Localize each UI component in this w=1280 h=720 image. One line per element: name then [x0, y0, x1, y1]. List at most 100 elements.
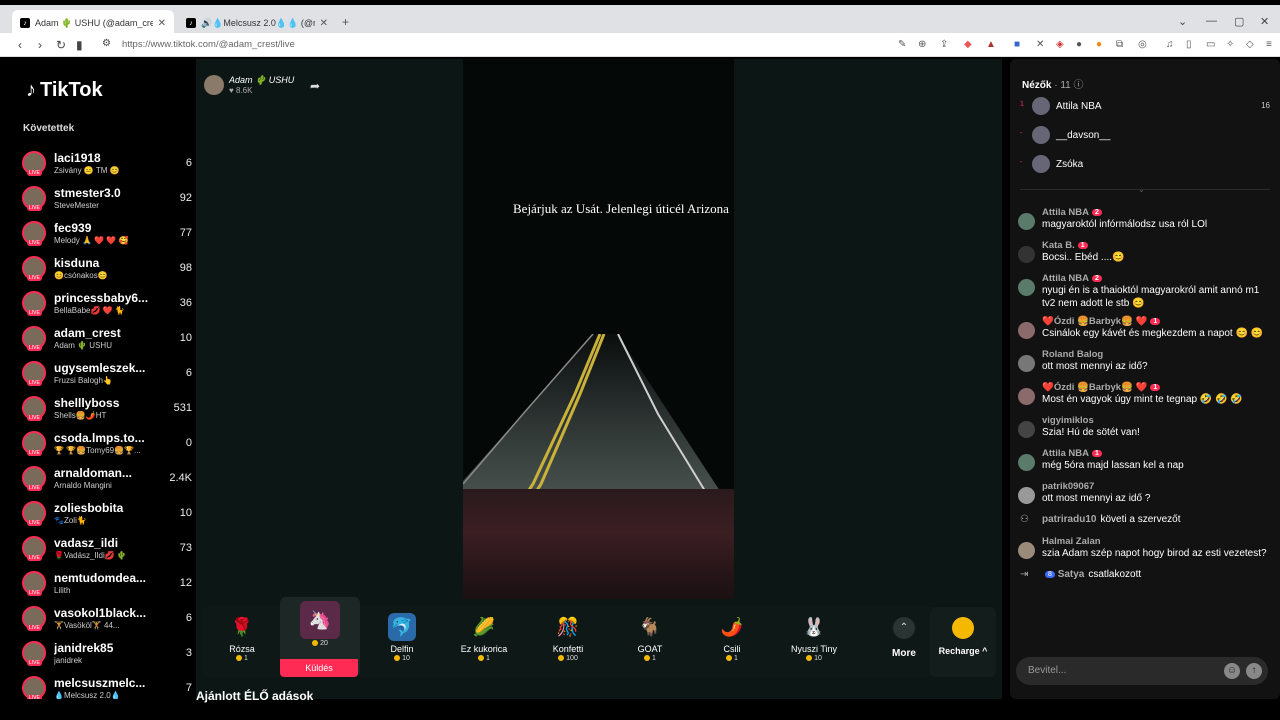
site-settings-icon[interactable]: ⚙ — [102, 38, 111, 49]
viewer-row[interactable]: 1 Attila NBA 16 — [1020, 97, 1270, 117]
sparkle-icon[interactable]: ✧ — [1226, 39, 1234, 50]
tiktok-logo[interactable]: ♪ TikTok — [26, 79, 103, 102]
chat-username[interactable]: vigyimiklos — [1042, 415, 1094, 426]
avatar[interactable]: LIVE — [22, 186, 46, 211]
extension-icon[interactable]: ● — [1096, 39, 1102, 50]
following-username[interactable]: janidrek85 — [54, 641, 154, 655]
following-username[interactable]: stmester3.0 — [54, 186, 154, 200]
following-item[interactable]: LIVE vadasz_ildi 🌹Vadász_Ildi💋 🌵 73 — [22, 534, 192, 569]
music-icon[interactable]: ♫ — [1166, 39, 1174, 50]
reload-icon[interactable]: ↻ — [56, 38, 66, 52]
gift-item[interactable]: 🎊 Konfetti 100 — [528, 607, 608, 677]
close-icon[interactable]: ✕ — [320, 18, 328, 29]
chat-avatar[interactable] — [1018, 388, 1035, 405]
avatar[interactable]: LIVE — [22, 396, 46, 421]
following-username[interactable]: melcsuszmelc... — [54, 676, 154, 690]
avatar[interactable]: LIVE — [22, 221, 46, 246]
emoji-icon[interactable]: ☺ — [1224, 663, 1240, 679]
recharge-button[interactable]: Recharge ^ — [930, 607, 996, 677]
avatar[interactable]: LIVE — [22, 431, 46, 456]
translate-icon[interactable]: ✎ — [898, 39, 906, 50]
video-player[interactable] — [463, 59, 734, 599]
following-username[interactable]: princessbaby6... — [54, 291, 154, 305]
send-icon[interactable]: ↑ — [1246, 663, 1262, 679]
viewer-name[interactable]: Attila NBA — [1056, 101, 1102, 112]
avatar[interactable]: LIVE — [22, 256, 46, 281]
streamer-avatar[interactable] — [204, 75, 224, 95]
avatar[interactable]: LIVE — [22, 676, 46, 699]
following-item[interactable]: LIVE princessbaby6... BellaBabe💋 ❤️ 🐈 36 — [22, 289, 192, 324]
following-username[interactable]: zoliesbobita — [54, 501, 154, 515]
viewer-name[interactable]: __davson__ — [1056, 130, 1111, 141]
extension-icon[interactable]: ◈ — [1056, 39, 1064, 50]
following-username[interactable]: csoda.lmps.to... — [54, 431, 154, 445]
chat-username[interactable]: Attila NBA — [1042, 207, 1089, 218]
following-username[interactable]: ugysemleszek... — [54, 361, 154, 375]
chat-avatar[interactable] — [1018, 487, 1035, 504]
menu-icon[interactable]: ≡ — [1266, 39, 1272, 50]
chat-username[interactable]: ❤️Ózdi 🍔Barbyk🍔 ❤️ — [1042, 316, 1147, 327]
streamer-name[interactable]: Adam 🌵 USHU — [229, 75, 294, 86]
chat-username[interactable]: Attila NBA — [1042, 273, 1089, 284]
share-icon[interactable]: ➦ — [310, 79, 320, 93]
chat-avatar[interactable] — [1018, 454, 1035, 471]
extension-icon[interactable]: ✕ — [1036, 39, 1044, 50]
triangle-icon[interactable]: ▲ — [986, 39, 996, 50]
following-item[interactable]: LIVE kisduna 😊csónakos😊 98 — [22, 254, 192, 289]
chat-username[interactable]: ❤️Ózdi 🍔Barbyk🍔 ❤️ — [1042, 382, 1147, 393]
following-item[interactable]: LIVE arnaldoman... Arnaldo Mangini 2.4K — [22, 464, 192, 499]
following-username[interactable]: nemtudomdea... — [54, 571, 154, 585]
following-item[interactable]: LIVE stmester3.0 SteveMester 92 — [22, 184, 192, 219]
following-item[interactable]: LIVE fec939 Melody 🙏 ❤️ ❤️ 🥰 77 — [22, 219, 192, 254]
viewer-name[interactable]: Zsóka — [1056, 159, 1083, 170]
minimize-icon[interactable]: — — [1206, 15, 1217, 27]
chat-username[interactable]: Satya — [1058, 569, 1085, 580]
avatar[interactable]: LIVE — [22, 571, 46, 596]
following-item[interactable]: LIVE ugysemleszek... Fruzsi Balogh👆 6 — [22, 359, 192, 394]
viewer-avatar[interactable] — [1032, 155, 1050, 173]
following-item[interactable]: LIVE csoda.lmps.to... 🏆 🏆🍔Tomy69🍔🏆... 0 — [22, 429, 192, 464]
shield-icon[interactable]: ◆ — [964, 39, 972, 50]
chevron-down-icon[interactable]: ⌄ — [1138, 185, 1145, 194]
gift-item[interactable]: 🦄 20 Küldés — [280, 597, 360, 677]
following-username[interactable]: vasokol1black... — [54, 606, 154, 620]
chat-username[interactable]: patriradu10 — [1042, 514, 1096, 525]
extension-icon[interactable]: ◎ — [1138, 39, 1147, 50]
chat-avatar[interactable] — [1018, 355, 1035, 372]
avatar[interactable]: LIVE — [22, 466, 46, 491]
following-item[interactable]: LIVE janidrek85 janidrek 3 — [22, 639, 192, 674]
extension-icon[interactable]: ■ — [1014, 39, 1020, 50]
send-gift-button[interactable]: Küldés — [280, 659, 358, 677]
chat-username[interactable]: patrik09067 — [1042, 481, 1094, 492]
gift-item[interactable]: 🌹 Rózsa 1 — [202, 607, 282, 677]
chat-avatar[interactable] — [1018, 246, 1035, 263]
zoom-icon[interactable]: ⊕ — [918, 39, 926, 50]
gift-item[interactable]: 🐬 Delfin 10 — [362, 607, 442, 677]
following-item[interactable]: LIVE adam_crest Adam 🌵 USHU 10 — [22, 324, 192, 359]
following-item[interactable]: LIVE zoliesbobita 🐾Zoli🐈 10 — [22, 499, 192, 534]
following-username[interactable]: kisduna — [54, 256, 154, 270]
share-icon[interactable]: ⇪ — [940, 39, 948, 50]
chat-avatar[interactable] — [1018, 279, 1035, 296]
viewer-row[interactable]: - __davson__ — [1020, 126, 1270, 146]
back-icon[interactable]: ‹ — [18, 38, 22, 52]
puzzle-icon[interactable]: ⧉ — [1116, 39, 1123, 50]
chat-username[interactable]: Attila NBA — [1042, 448, 1089, 459]
maximize-icon[interactable]: ▢ — [1234, 15, 1244, 28]
more-gifts-button[interactable]: ⌃ More — [878, 607, 930, 677]
gift-item[interactable]: 🌶️ Csili 1 — [692, 607, 772, 677]
following-username[interactable]: vadasz_ildi — [54, 536, 154, 550]
chat-avatar[interactable] — [1018, 322, 1035, 339]
shield-icon[interactable]: ◇ — [1246, 39, 1254, 50]
avatar[interactable]: LIVE — [22, 536, 46, 561]
gift-item[interactable]: 🌽 Ez kukorica 1 — [444, 607, 524, 677]
viewer-avatar[interactable] — [1032, 126, 1050, 144]
viewer-avatar[interactable] — [1032, 97, 1050, 115]
avatar[interactable]: LIVE — [22, 361, 46, 386]
new-tab-icon[interactable]: + — [342, 15, 349, 29]
following-item[interactable]: LIVE laci1918 Zsivány 😐 TM 😊 6 — [22, 149, 192, 184]
following-username[interactable]: adam_crest — [54, 326, 154, 340]
chat-username[interactable]: Halmai Zalan — [1042, 536, 1274, 547]
avatar[interactable]: LIVE — [22, 606, 46, 631]
avatar[interactable]: LIVE — [22, 641, 46, 666]
